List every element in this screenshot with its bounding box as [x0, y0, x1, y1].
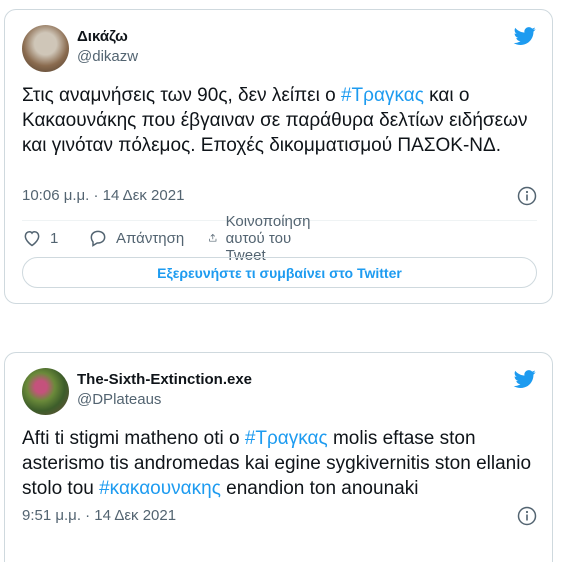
tweet-text-segment: Στις αναμνήσεις των 90ς, δεν λείπει ο — [22, 85, 341, 106]
author-names[interactable]: The-Sixth-Extinction.exe @DPlateaus — [77, 370, 252, 410]
tweet-timestamp[interactable]: 10:06 μ.μ. · 14 Δεκ 2021 — [22, 186, 184, 206]
info-icon[interactable] — [517, 186, 537, 206]
twitter-bird-icon[interactable] — [513, 25, 537, 47]
hashtag-link[interactable]: #κακαουνακης — [99, 478, 221, 499]
info-icon[interactable] — [517, 506, 537, 526]
heart-icon — [24, 230, 40, 247]
explore-twitter-button[interactable]: Εξερευνήστε τι συμβαίνει στο Twitter — [22, 257, 537, 288]
tweet-header: Δικάζω @dikazw — [22, 25, 537, 73]
share-button[interactable]: Κοινοποίηση αυτού του Tweet — [208, 213, 321, 264]
avatar[interactable] — [22, 368, 69, 415]
tweet-text-segment: enandion ton anounaki — [220, 478, 419, 499]
tweet-card[interactable]: Δικάζω @dikazw Στις αναμνήσεις των 90ς, … — [4, 9, 553, 304]
display-name[interactable]: The-Sixth-Extinction.exe — [77, 370, 252, 390]
share-label: Κοινοποίηση αυτού του Tweet — [225, 212, 311, 264]
tweet-text: Στις αναμνήσεις των 90ς, δεν λείπει ο #Τ… — [22, 83, 537, 158]
reply-label: Απάντηση — [116, 229, 185, 247]
reply-button[interactable]: Απάντηση — [88, 227, 184, 249]
user-handle[interactable]: @dikazw — [77, 47, 138, 67]
tweet-card[interactable]: The-Sixth-Extinction.exe @DPlateaus Afti… — [4, 352, 553, 562]
twitter-bird-icon[interactable] — [513, 368, 537, 390]
reply-bubble-icon — [90, 230, 106, 247]
author-names[interactable]: Δικάζω @dikazw — [77, 27, 138, 67]
hashtag-link[interactable]: #Τραγκας — [341, 85, 424, 106]
tweet-text: Afti ti stigmi matheno oti o #Τραγκας mo… — [22, 426, 537, 501]
avatar[interactable] — [22, 25, 69, 72]
like-count: 1 — [50, 229, 59, 247]
like-button[interactable]: 1 — [22, 227, 58, 249]
user-handle[interactable]: @DPlateaus — [77, 390, 252, 410]
share-icon — [209, 233, 217, 242]
tweet-text-segment: Afti ti stigmi matheno oti o — [22, 428, 245, 449]
tweet-timestamp[interactable]: 9:51 μ.μ. · 14 Δεκ 2021 — [22, 506, 176, 526]
hashtag-link[interactable]: #Τραγκας — [245, 428, 328, 449]
display-name[interactable]: Δικάζω — [77, 27, 138, 47]
tweet-header: The-Sixth-Extinction.exe @DPlateaus — [22, 368, 537, 416]
